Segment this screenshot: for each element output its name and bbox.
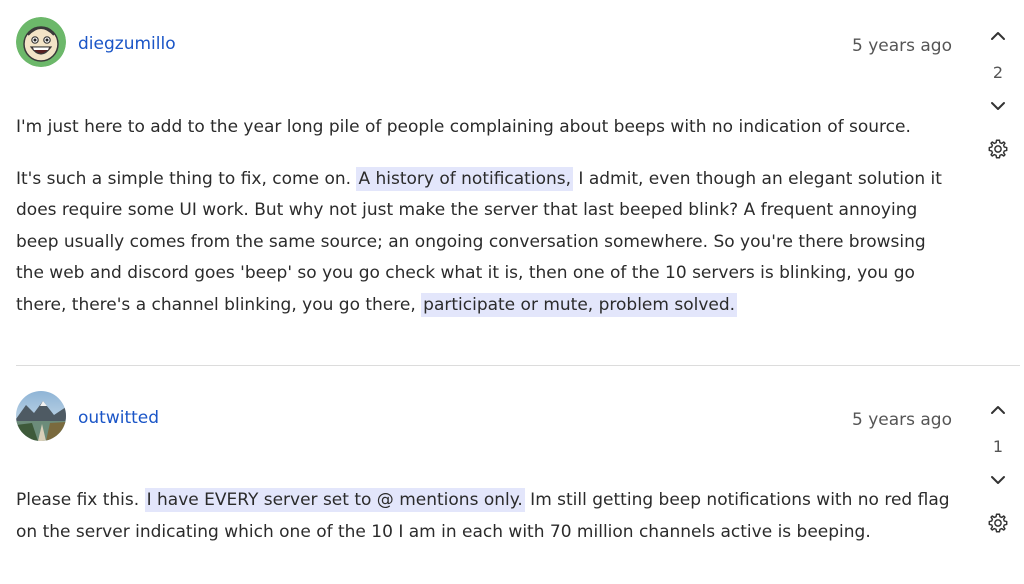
mountain-lake-avatar-icon (16, 391, 66, 441)
avatar[interactable] (16, 391, 66, 441)
vote-controls: 1 (978, 400, 1018, 534)
comment-paragraph: I'm just here to add to the year long pi… (16, 112, 956, 144)
text-segment: Please fix this. (16, 490, 145, 510)
smiling-cartoon-face-avatar-icon (16, 17, 66, 67)
downvote-chevron-down-icon[interactable] (988, 96, 1008, 116)
comment-divider (16, 365, 1020, 366)
gear-icon[interactable] (987, 138, 1009, 160)
comment-body: Please fix this. I have EVERY server set… (16, 485, 956, 568)
username-link[interactable]: outwitted (78, 408, 159, 428)
timestamp: 5 years ago (851, 410, 952, 430)
gear-icon[interactable] (987, 512, 1009, 534)
text-segment: It's such a simple thing to fix, come on… (16, 168, 357, 189)
highlighted-text: participate or mute, problem solved. (421, 292, 738, 317)
upvote-chevron-up-icon[interactable] (988, 26, 1008, 46)
comment-thread: diegzumillo 5 years ago 2 I'm just here … (0, 0, 1024, 584)
avatar[interactable] (16, 17, 66, 67)
timestamp: 5 years ago (851, 36, 952, 56)
highlighted-text: I have EVERY server set to @ mentions on… (144, 488, 525, 512)
vote-count: 2 (992, 63, 1004, 82)
highlighted-text: A history of notifications, (356, 166, 574, 191)
comment: outwitted 5 years ago 1 Please fix this.… (0, 367, 1024, 584)
downvote-chevron-down-icon[interactable] (988, 470, 1008, 490)
comment: diegzumillo 5 years ago 2 I'm just here … (0, 0, 1024, 366)
comment-paragraph: It's such a simple thing to fix, come on… (16, 164, 956, 322)
vote-count: 1 (992, 437, 1004, 456)
username-link[interactable]: diegzumillo (78, 34, 176, 54)
text-segment: I'm just here to add to the year long pi… (16, 117, 911, 137)
comment-paragraph: Please fix this. I have EVERY server set… (16, 485, 956, 548)
upvote-chevron-up-icon[interactable] (988, 400, 1008, 420)
comment-body: I'm just here to add to the year long pi… (16, 112, 956, 341)
vote-controls: 2 (978, 26, 1018, 160)
